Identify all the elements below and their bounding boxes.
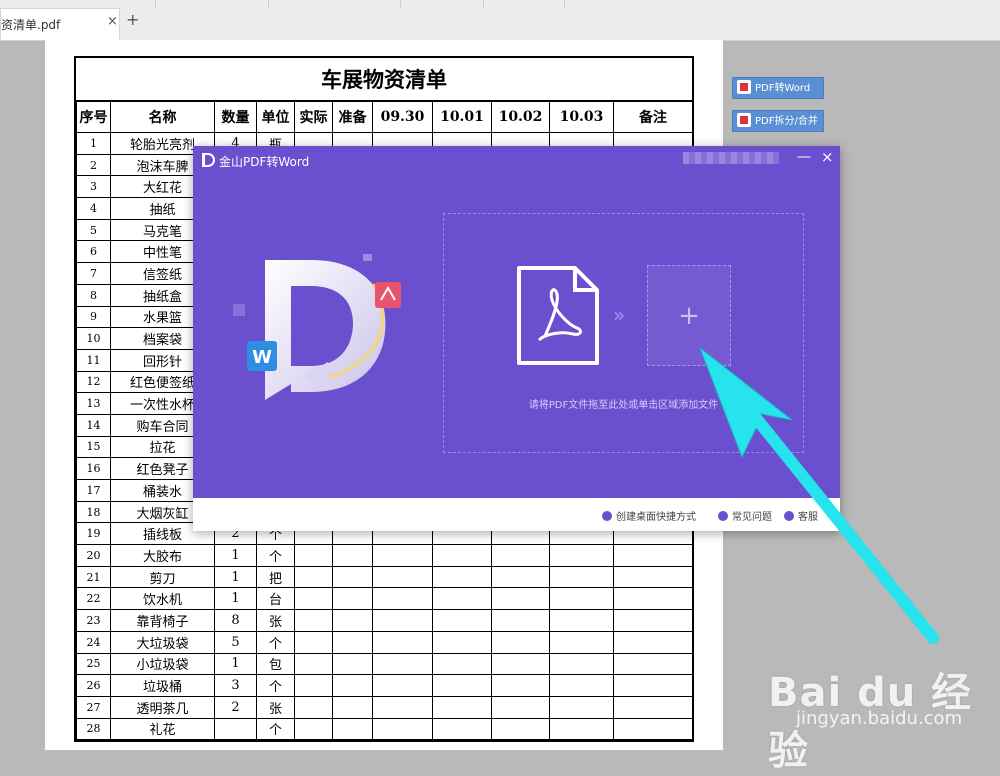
annotation-arrow-icon bbox=[698, 346, 939, 644]
watermark-url: jingyan.baidu.com bbox=[796, 708, 963, 729]
